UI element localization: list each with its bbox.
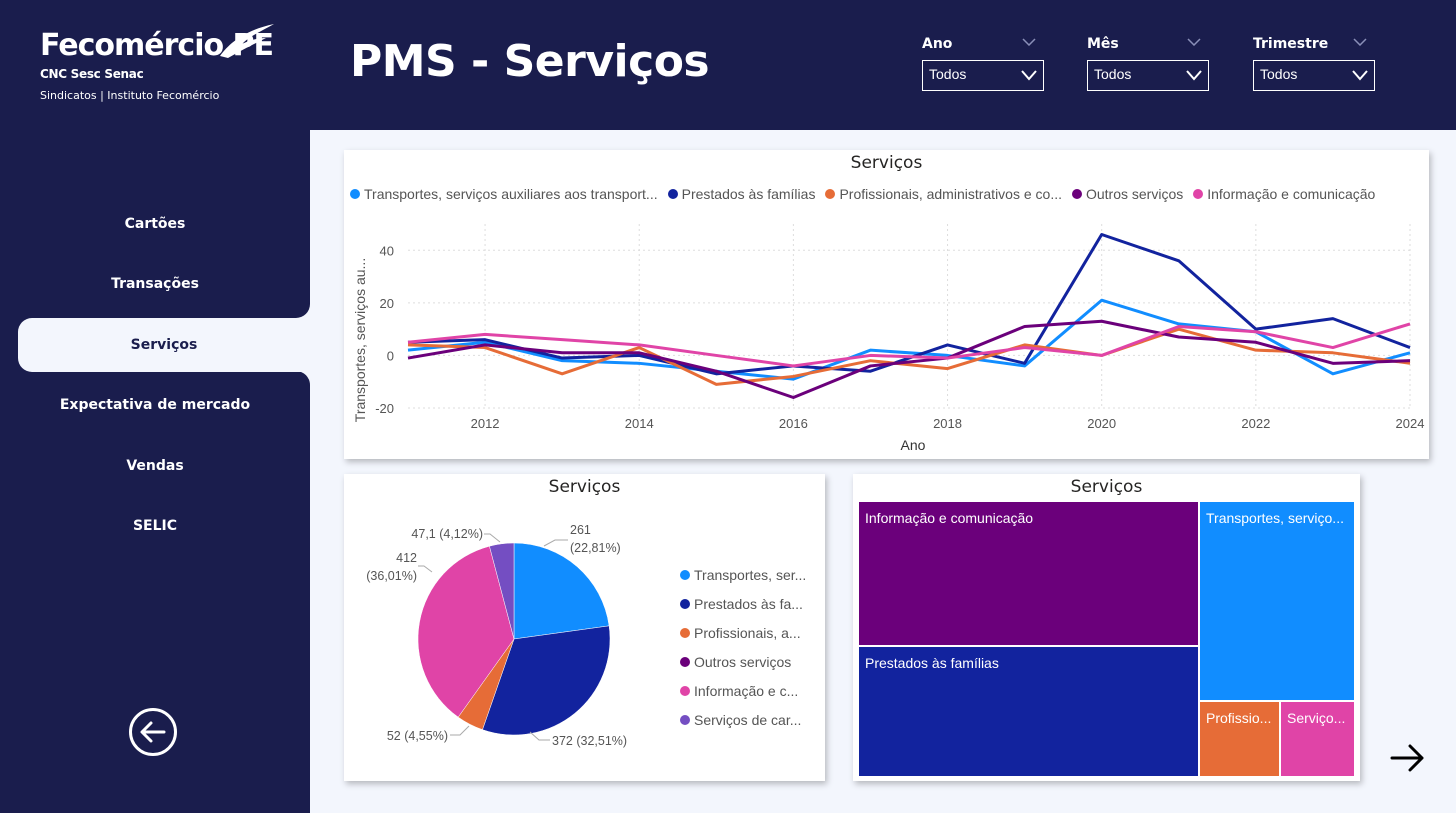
legend-label: Serviços de car... <box>694 711 802 728</box>
x-tick-label: 2024 <box>1396 416 1425 431</box>
legend-label: Prestados às fa... <box>694 595 803 612</box>
filter-ano: Ano Todos <box>922 36 1046 91</box>
nav-item-vendas[interactable]: Vendas <box>0 439 310 493</box>
filter-value: Todos <box>929 66 967 82</box>
line-chart-plot[interactable]: Transportes, serviços au... Ano -20 0 20 40… <box>344 150 1429 459</box>
legend-item[interactable]: Profissionais, a... <box>680 618 806 647</box>
x-tick-label: 2016 <box>779 416 808 431</box>
data-label: (36,01%) <box>366 569 417 583</box>
filter-trimestre: Trimestre Todos <box>1253 36 1377 91</box>
x-tick-label: 2014 <box>625 416 654 431</box>
x-tick-label: 2020 <box>1087 416 1116 431</box>
legend-label: Informação e c... <box>694 682 799 699</box>
chevron-down-icon <box>1186 70 1202 81</box>
y-tick-label: 0 <box>387 348 394 363</box>
legend-dot <box>680 656 690 667</box>
arrow-left-icon <box>140 721 166 743</box>
filter-ano-dropdown[interactable]: Todos <box>922 60 1044 91</box>
brand-sub: CNC Sesc Senac <box>40 67 144 81</box>
nav-item-expectativa[interactable]: Expectativa de mercado <box>0 378 310 432</box>
y-tick-label: 40 <box>380 243 394 258</box>
brand-logo: Fecomércio PE CNC Sesc Senac Sindicatos … <box>40 24 290 102</box>
legend-item[interactable]: Prestados às fa... <box>680 589 806 618</box>
label-leader <box>418 565 433 573</box>
legend-label: Profissionais, a... <box>694 624 801 641</box>
legend-item[interactable]: Serviços de car... <box>680 705 806 734</box>
filter-mes: Mês Todos <box>1087 36 1211 91</box>
nav-item-cartoes[interactable]: Cartões <box>0 197 310 251</box>
filter-trimestre-dropdown[interactable]: Todos <box>1253 60 1375 91</box>
label-leader <box>543 539 568 547</box>
arrow-right-icon[interactable] <box>1388 740 1428 776</box>
filter-mes-dropdown[interactable]: Todos <box>1087 60 1209 91</box>
data-label: 372 (32,51%) <box>552 734 627 748</box>
legend-dot <box>680 627 690 638</box>
line-chart-card: Serviços Transportes, serviços auxiliare… <box>344 150 1429 459</box>
legend-dot <box>680 598 690 609</box>
legend-dot <box>680 685 690 696</box>
data-label: 52 (4,55%) <box>387 729 448 743</box>
x-axis-label: Ano <box>901 437 926 453</box>
data-label: 412 <box>396 551 417 565</box>
chart-title: Serviços <box>1070 477 1143 497</box>
nav-item-transacoes[interactable]: Transações <box>0 257 310 311</box>
back-button[interactable] <box>129 708 177 756</box>
legend-item[interactable]: Transportes, ser... <box>680 560 806 589</box>
nav-item-servicos[interactable]: Serviços <box>18 318 310 372</box>
data-label: (22,81%) <box>570 541 621 555</box>
x-tick-label: 2012 <box>471 416 500 431</box>
page-title: PMS - Serviços <box>350 36 710 87</box>
pie-legend: Transportes, ser... Prestados às fa... P… <box>680 560 810 734</box>
data-label: 261 <box>570 523 591 537</box>
pie-chart-card: Serviços 261 (22,81%) 372 (32,51%) 52 (4… <box>344 474 825 781</box>
treemap-card: Serviços Informação e comunicação Presta… <box>853 474 1360 781</box>
treemap-cell-transportes[interactable]: Transportes, serviço... <box>1199 501 1355 701</box>
chevron-down-icon[interactable] <box>1022 38 1036 46</box>
legend-label: Transportes, ser... <box>694 566 807 583</box>
x-tick-label: 2022 <box>1241 416 1270 431</box>
legend-item[interactable]: Informação e c... <box>680 676 806 705</box>
y-tick-label: 20 <box>380 296 394 311</box>
filter-value: Todos <box>1260 66 1298 82</box>
legend-item[interactable]: Outros serviços <box>680 647 806 676</box>
wing-icon <box>220 24 274 58</box>
x-tick-label: 2018 <box>933 416 962 431</box>
label-leader <box>450 725 470 736</box>
legend-dot <box>680 569 690 580</box>
chevron-down-icon[interactable] <box>1353 38 1367 46</box>
brand-tagline: Sindicatos | Instituto Fecomércio <box>40 89 220 102</box>
y-tick-label: -20 <box>375 401 394 416</box>
y-axis-label: Transportes, serviços au... <box>352 258 368 422</box>
label-leader <box>484 533 501 543</box>
nav-item-selic[interactable]: SELIC <box>0 499 310 553</box>
legend-label: Outros serviços <box>694 653 792 670</box>
treemap-cell-informacao[interactable]: Informação e comunicação <box>858 501 1199 646</box>
grid <box>408 224 1411 409</box>
treemap-cell-familias[interactable]: Prestados às famílias <box>858 646 1199 777</box>
sidebar: Fecomércio PE CNC Sesc Senac Sindicatos … <box>0 0 310 813</box>
data-label: 47,1 (4,12%) <box>411 527 483 541</box>
pie-slice[interactable] <box>513 542 610 640</box>
chevron-down-icon <box>1352 70 1368 81</box>
legend-dot <box>680 714 690 725</box>
chevron-down-icon[interactable] <box>1187 38 1201 46</box>
filter-value: Todos <box>1094 66 1132 82</box>
treemap-cell-servicos[interactable]: Serviço... <box>1280 701 1355 777</box>
treemap-cell-profissionais[interactable]: Profissio... <box>1199 701 1280 777</box>
pie-slices <box>417 542 611 736</box>
chevron-down-icon <box>1021 70 1037 81</box>
